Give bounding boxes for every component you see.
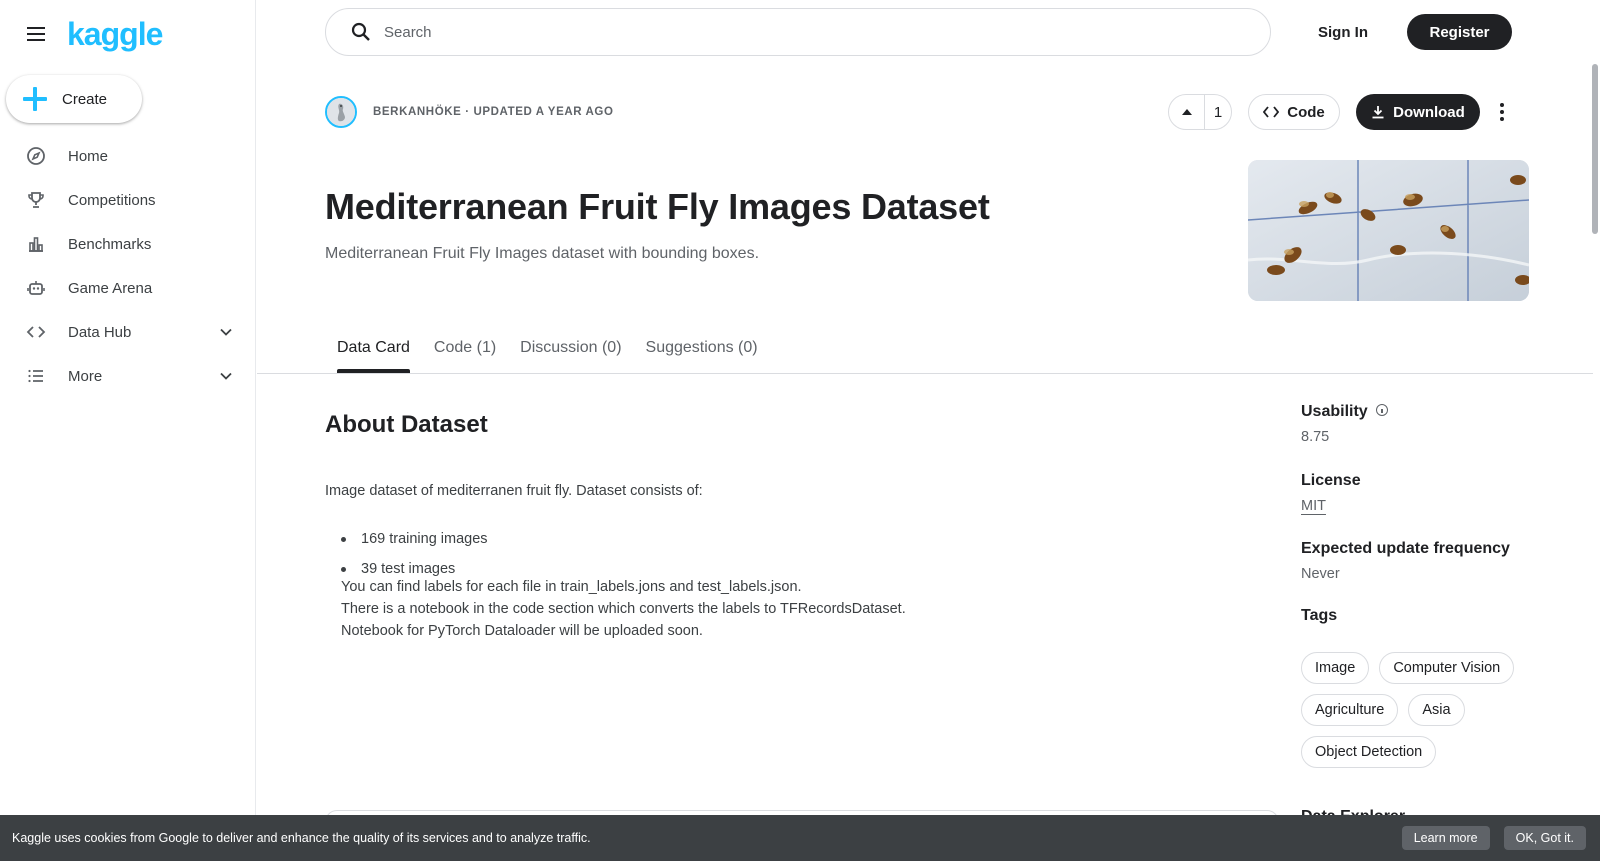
usability-value: 8.75 <box>1301 429 1330 445</box>
list-icon <box>26 366 46 386</box>
download-button[interactable]: Download <box>1356 94 1480 130</box>
chevron-down-icon[interactable] <box>218 324 234 340</box>
about-details: You can find labels for each file in tra… <box>341 576 906 642</box>
robot-icon <box>26 278 46 298</box>
kaggle-logo[interactable]: kaggle <box>67 16 163 53</box>
frequency-value: Never <box>1301 566 1340 582</box>
sidebar-item-label: Competitions <box>68 191 156 209</box>
usability-label: Usability <box>1301 403 1368 420</box>
tab-data-card[interactable]: Data Card <box>325 330 422 374</box>
sign-in-button[interactable]: Sign In <box>1298 14 1388 50</box>
author-updated-line: BERKANHÖKE · UPDATED A YEAR AGO <box>373 106 614 118</box>
tags-list: Image Computer Vision Agriculture Asia O… <box>1301 652 1541 768</box>
dataset-cover-image <box>1248 160 1529 301</box>
info-icon[interactable] <box>1375 403 1388 416</box>
tag-chip[interactable]: Computer Vision <box>1379 652 1515 684</box>
about-dataset-heading: About Dataset <box>325 411 488 438</box>
sidebar-nav: Home Competitions Benchmarks Game Arena … <box>0 134 256 398</box>
usability-section: Usability 8.75 <box>1301 403 1388 445</box>
cookie-banner: Kaggle uses cookies from Google to deliv… <box>0 815 1600 861</box>
tab-suggestions[interactable]: Suggestions (0) <box>634 330 770 374</box>
sidebar: kaggle Create Home Competitions Benchmar… <box>0 0 256 861</box>
tag-chip[interactable]: Asia <box>1408 694 1465 726</box>
sidebar-item-more[interactable]: More <box>0 354 256 398</box>
dataset-tabs: Data Card Code (1) Discussion (0) Sugges… <box>325 330 770 374</box>
cookie-text: Kaggle uses cookies from Google to deliv… <box>12 831 591 845</box>
tabs-divider <box>257 373 1593 374</box>
about-line: Notebook for PyTorch Dataloader will be … <box>341 623 703 639</box>
code-brackets-icon <box>1263 106 1280 118</box>
tab-discussion[interactable]: Discussion (0) <box>508 330 633 374</box>
page-subtitle: Mediterranean Fruit Fly Images dataset w… <box>325 245 760 262</box>
download-button-label: Download <box>1393 103 1465 121</box>
about-line: You can find labels for each file in tra… <box>341 579 802 595</box>
trophy-icon <box>26 190 46 210</box>
sidebar-item-label: Data Hub <box>68 323 132 341</box>
about-bullets: 169 training images 39 test images <box>341 524 488 584</box>
search-placeholder: Search <box>384 23 432 41</box>
about-line: There is a notebook in the code section … <box>341 601 906 617</box>
tag-chip[interactable]: Object Detection <box>1301 736 1437 768</box>
page-title: Mediterranean Fruit Fly Images Dataset <box>325 186 990 227</box>
create-button[interactable]: Create <box>6 75 142 123</box>
tags-label: Tags <box>1301 607 1338 624</box>
more-options-icon[interactable] <box>1490 94 1514 130</box>
create-label: Create <box>62 90 108 108</box>
sidebar-item-label: Game Arena <box>68 279 153 297</box>
upvote-control: 1 <box>1168 94 1232 130</box>
sidebar-item-label: Home <box>68 147 109 165</box>
download-icon <box>1372 106 1384 119</box>
license-label: License <box>1301 472 1361 489</box>
bar-chart-icon <box>26 234 46 254</box>
plus-icon <box>22 86 48 112</box>
sidebar-item-competitions[interactable]: Competitions <box>0 178 256 222</box>
license-section: License MIT <box>1301 472 1361 514</box>
list-item: 169 training images <box>341 524 488 554</box>
sidebar-header: kaggle <box>24 16 163 53</box>
page-scrollbar[interactable] <box>1592 64 1598 234</box>
compass-icon <box>26 146 46 166</box>
sidebar-item-game-arena[interactable]: Game Arena <box>0 266 256 310</box>
upvote-button[interactable] <box>1169 95 1205 129</box>
learn-more-button[interactable]: Learn more <box>1401 826 1490 850</box>
register-button[interactable]: Register <box>1407 14 1512 50</box>
about-intro: Image dataset of mediterranen fruit fly.… <box>325 483 703 499</box>
menu-icon[interactable] <box>24 22 48 46</box>
code-button[interactable]: Code <box>1248 94 1340 130</box>
update-frequency-section: Expected update frequency Never <box>1301 540 1510 582</box>
sidebar-item-data-hub[interactable]: Data Hub <box>0 310 256 354</box>
code-brackets-icon <box>26 322 46 342</box>
frequency-label: Expected update frequency <box>1301 540 1510 557</box>
tags-section: Tags <box>1301 607 1337 625</box>
search-icon <box>351 22 370 41</box>
cookie-ok-button[interactable]: OK, Got it. <box>1503 826 1586 850</box>
avatar[interactable] <box>325 96 357 128</box>
tab-code[interactable]: Code (1) <box>422 330 508 374</box>
license-link[interactable]: MIT <box>1301 498 1326 514</box>
tag-chip[interactable]: Agriculture <box>1301 694 1399 726</box>
upvote-count: 1 <box>1213 103 1223 121</box>
sidebar-item-home[interactable]: Home <box>0 134 256 178</box>
arrow-up-icon <box>1181 109 1192 115</box>
tag-chip[interactable]: Image <box>1301 652 1370 684</box>
search-input[interactable]: Search <box>325 8 1271 56</box>
sidebar-item-label: Benchmarks <box>68 235 152 253</box>
sidebar-item-label: More <box>68 367 103 385</box>
code-button-label: Code <box>1287 103 1325 121</box>
chevron-down-icon[interactable] <box>218 368 234 384</box>
sidebar-item-benchmarks[interactable]: Benchmarks <box>0 222 256 266</box>
